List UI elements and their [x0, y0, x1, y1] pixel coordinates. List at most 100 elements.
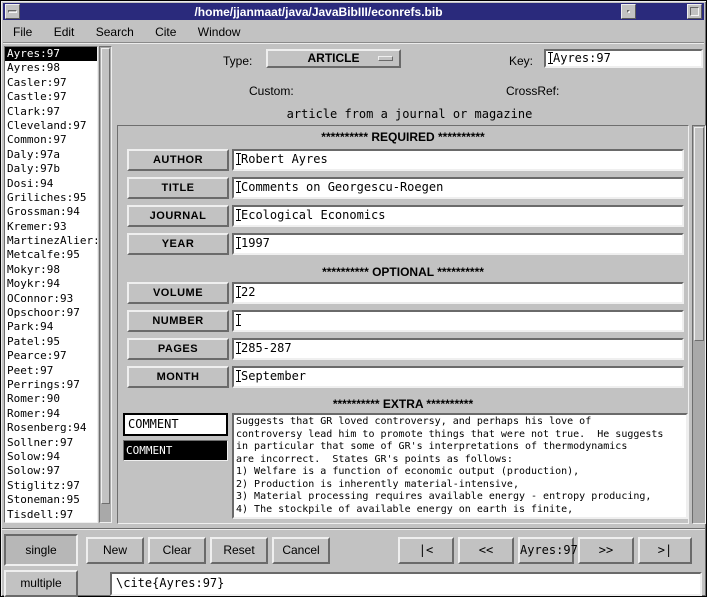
app-window: /home/jjanmaat/java/JavaBibIII/econrefs.… — [0, 0, 707, 597]
entry-header: Type: ARTICLE Key: Ayres:97 Custom: Cros… — [113, 45, 706, 125]
reference-list-item[interactable]: Tisdell:97 — [5, 508, 97, 522]
maximize-button[interactable] — [687, 4, 702, 19]
text-caret — [238, 314, 239, 326]
reference-list-item[interactable]: Mokyr:98 — [5, 263, 97, 277]
reference-list-item[interactable]: Solow:97 — [5, 464, 97, 478]
reference-list-item[interactable]: Ayres:98 — [5, 61, 97, 75]
reference-list-item[interactable]: Romer:94 — [5, 407, 97, 421]
single-mode-toggle[interactable]: single — [4, 534, 78, 566]
reference-list-item[interactable]: Stiglitz:97 — [5, 479, 97, 493]
reference-list-item[interactable]: Stoneman:95 — [5, 493, 97, 507]
key-field[interactable]: Ayres:97 — [544, 49, 703, 68]
number-label: NUMBER — [127, 310, 229, 332]
reference-list-item[interactable]: Griliches:95 — [5, 191, 97, 205]
entry-form: ********** REQUIRED ********** AUTHOR Ro… — [117, 125, 689, 524]
reference-list-item[interactable]: Castle:97 — [5, 90, 97, 104]
multiple-mode-toggle[interactable]: multiple — [4, 570, 78, 597]
form-scrollbar[interactable] — [692, 125, 706, 524]
new-button[interactable]: New — [86, 537, 144, 564]
reference-list-item[interactable]: Rosenberg:94 — [5, 421, 97, 435]
iconify-icon — [627, 10, 630, 13]
extra-field-list-item[interactable]: COMMENT — [124, 441, 227, 460]
window-menu-icon — [8, 10, 17, 13]
reference-list-item[interactable]: Ayres:97 — [5, 47, 97, 61]
scrollbar-thumb[interactable] — [694, 127, 704, 341]
clear-button[interactable]: Clear — [148, 537, 206, 564]
reference-list-item[interactable]: Kremer:93 — [5, 220, 97, 234]
reference-list-item[interactable]: Moykr:94 — [5, 277, 97, 291]
pages-row: PAGES 285-287 — [118, 338, 688, 360]
current-record-button[interactable]: Ayres:97 — [518, 537, 574, 564]
optional-section-header: ********** OPTIONAL ********** — [118, 265, 688, 279]
reference-list-item[interactable]: Peet:97 — [5, 364, 97, 378]
reference-list-item[interactable]: Metcalfe:95 — [5, 248, 97, 262]
extra-section-header: ********** EXTRA ********** — [118, 397, 688, 411]
reference-list-item[interactable]: Patel:95 — [5, 335, 97, 349]
reference-list-item[interactable]: Daly:97b — [5, 162, 97, 176]
reference-list-item[interactable]: Park:94 — [5, 320, 97, 334]
required-section-header: ********** REQUIRED ********** — [118, 130, 688, 144]
reference-list-item[interactable]: OConnor:93 — [5, 292, 97, 306]
menu-search[interactable]: Search — [88, 21, 142, 43]
comment-textarea[interactable]: Suggests that GR loved controversy, and … — [232, 413, 688, 519]
month-input[interactable]: September — [232, 366, 684, 388]
iconify-button[interactable] — [621, 4, 636, 19]
reference-list-item[interactable]: Solow:94 — [5, 450, 97, 464]
reference-list-item[interactable]: Romer:90 — [5, 392, 97, 406]
reset-button[interactable]: Reset — [210, 537, 268, 564]
first-record-button[interactable]: |< — [398, 537, 454, 564]
cancel-button[interactable]: Cancel — [272, 537, 330, 564]
next-record-button[interactable]: >> — [578, 537, 634, 564]
text-caret — [238, 370, 239, 382]
text-caret — [238, 237, 239, 249]
type-label: Type: — [223, 54, 252, 68]
volume-input[interactable]: 22 — [232, 282, 684, 304]
author-input[interactable]: Robert Ayres — [232, 149, 684, 171]
title-label: TITLE — [127, 177, 229, 199]
entry-type-description: article from a journal or magazine — [113, 107, 706, 121]
journal-input[interactable]: Ecological Economics — [232, 205, 684, 227]
reference-list-item[interactable]: Dosi:94 — [5, 177, 97, 191]
title-input[interactable]: Comments on Georgescu-Roegen — [232, 177, 684, 199]
option-menu-indicator-icon — [378, 56, 393, 61]
reference-list-item[interactable]: Grossman:94 — [5, 205, 97, 219]
pages-label: PAGES — [127, 338, 229, 360]
type-value: ARTICLE — [308, 51, 360, 65]
menu-file[interactable]: File — [5, 21, 40, 43]
crossref-label: CrossRef: — [506, 84, 559, 98]
reference-list-item[interactable]: Casler:97 — [5, 76, 97, 90]
text-caret — [238, 209, 239, 221]
bottom-bar: single multiple New Clear Reset Cancel |… — [2, 528, 705, 597]
pages-input[interactable]: 285-287 — [232, 338, 684, 360]
type-option-menu[interactable]: ARTICLE — [266, 49, 401, 68]
title-row: TITLE Comments on Georgescu-Roegen — [118, 177, 688, 199]
menubar: File Edit Search Cite Window — [3, 21, 704, 43]
reference-list-item[interactable]: Common:97 — [5, 133, 97, 147]
reference-list-item[interactable]: Daly:97a — [5, 148, 97, 162]
reference-list-item[interactable]: Sollner:97 — [5, 436, 97, 450]
reference-list-item[interactable]: MartinezAlier:9 — [5, 234, 97, 248]
menu-cite[interactable]: Cite — [147, 21, 184, 43]
reference-list-item[interactable]: Cleveland:97 — [5, 119, 97, 133]
month-row: MONTH September — [118, 366, 688, 388]
scrollbar-thumb[interactable] — [101, 48, 110, 504]
last-record-button[interactable]: >| — [638, 537, 692, 564]
prev-record-button[interactable]: << — [458, 537, 514, 564]
cite-command-field[interactable]: \cite{Ayres:97} — [110, 572, 702, 596]
window-menu-button[interactable] — [5, 4, 20, 19]
text-caret — [238, 153, 239, 165]
extra-field-name-input[interactable]: COMMENT — [123, 413, 228, 436]
window-title: /home/jjanmaat/java/JavaBibIII/econrefs.… — [23, 5, 614, 19]
author-label: AUTHOR — [127, 149, 229, 171]
titlebar[interactable]: /home/jjanmaat/java/JavaBibIII/econrefs.… — [3, 3, 704, 20]
menu-edit[interactable]: Edit — [46, 21, 83, 43]
menu-window[interactable]: Window — [190, 21, 249, 43]
reference-list-item[interactable]: Perrings:97 — [5, 378, 97, 392]
reference-list-item[interactable]: Clark:97 — [5, 105, 97, 119]
number-input[interactable] — [232, 310, 684, 332]
reference-list-item[interactable]: Pearce:97 — [5, 349, 97, 363]
year-input[interactable]: 1997 — [232, 233, 684, 255]
reference-list-scrollbar[interactable] — [99, 46, 112, 523]
author-row: AUTHOR Robert Ayres — [118, 149, 688, 171]
reference-list-item[interactable]: Opschoor:97 — [5, 306, 97, 320]
